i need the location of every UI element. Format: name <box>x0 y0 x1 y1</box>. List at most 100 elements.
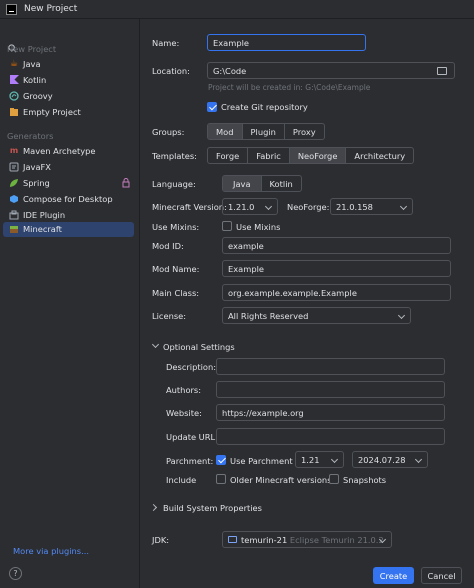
folder-icon[interactable] <box>437 67 447 75</box>
name-label: Name: <box>152 38 180 48</box>
use-mixins-checkbox[interactable] <box>222 221 232 231</box>
sidebar-item-javafx[interactable]: JavaFX <box>3 160 134 175</box>
chevron-down-icon <box>397 311 406 320</box>
groups-label: Groups: <box>152 127 185 137</box>
authors-label: Authors: <box>166 385 202 395</box>
parchment-label: Parchment: <box>166 456 214 466</box>
help-icon[interactable]: ? <box>9 567 22 580</box>
name-field[interactable]: Example <box>207 34 366 51</box>
template-forge[interactable]: Forge <box>208 148 249 163</box>
location-label: Location: <box>152 66 190 76</box>
minecraft-version-value: 1.21.0 <box>228 202 255 212</box>
location-field[interactable]: G:\Code <box>207 62 455 79</box>
jdk-value: temurin-21 Eclipse Temurin 21.0.2 <box>241 535 384 545</box>
title-bar: New Project <box>0 0 474 19</box>
compose-icon <box>9 194 19 204</box>
website-label: Website: <box>166 408 202 418</box>
template-fabric[interactable]: Fabric <box>248 148 290 163</box>
jdk-name: temurin-21 <box>241 535 288 545</box>
parchment-date-value: 2024.07.28 <box>358 455 406 465</box>
sidebar-item-compose-for-desktop[interactable]: Compose for Desktop <box>3 192 134 207</box>
sidebar-item-label: Minecraft <box>23 224 62 234</box>
main-class-field[interactable]: org.example.example.Example <box>222 284 451 301</box>
location-hint: Project will be created in: G:\Code\Exam… <box>208 83 371 92</box>
sidebar-item-ide-plugin[interactable]: IDE Plugin <box>3 208 134 223</box>
authors-field[interactable] <box>216 381 445 398</box>
use-mixins-check-label: Use Mixins <box>236 222 281 232</box>
use-mixins-label: Use Mixins: <box>152 222 200 232</box>
group-proxy[interactable]: Proxy <box>285 124 324 139</box>
minecraft-version-label: Minecraft Version: <box>152 202 227 212</box>
snapshots-checkbox[interactable] <box>329 474 339 484</box>
update-url-field[interactable] <box>216 428 445 445</box>
name-value: Example <box>213 38 249 48</box>
neoforge-version-value: 21.0.158 <box>336 202 373 212</box>
jdk-detail: Eclipse Temurin 21.0.2 <box>289 535 384 545</box>
mod-name-value: Example <box>228 264 264 274</box>
mod-id-label: Mod ID: <box>152 241 184 251</box>
description-label: Description: <box>166 362 217 372</box>
sidebar-item-kotlin[interactable]: Kotlin <box>3 73 134 88</box>
description-field[interactable] <box>216 358 445 375</box>
website-field[interactable]: https://example.org <box>216 404 445 421</box>
chevron-down-icon <box>399 202 408 211</box>
template-architectury[interactable]: Architectury <box>346 148 413 163</box>
sidebar-item-maven-archetype[interactable]: m Maven Archetype <box>3 144 134 159</box>
license-dropdown[interactable]: All Rights Reserved <box>222 307 411 324</box>
create-button[interactable]: Create <box>373 567 414 584</box>
sidebar-item-empty-project[interactable]: Empty Project <box>3 105 134 120</box>
chevron-down-icon <box>414 455 423 464</box>
language-label: Language: <box>152 179 196 189</box>
empty-project-icon <box>9 107 19 117</box>
language-java[interactable]: Java <box>223 176 262 191</box>
group-plugin[interactable]: Plugin <box>243 124 285 139</box>
parchment-version-dropdown[interactable]: 1.21 <box>295 451 344 468</box>
sidebar-item-java[interactable]: ☕ Java <box>3 57 134 72</box>
use-parchment-checkbox[interactable] <box>216 455 226 465</box>
sidebar-item-spring[interactable]: Spring <box>3 176 134 191</box>
sidebar-item-label: Kotlin <box>23 75 47 85</box>
minecraft-icon <box>9 224 19 234</box>
use-parchment-label: Use Parchment <box>230 456 293 466</box>
sidebar-item-minecraft[interactable]: Minecraft <box>3 222 134 237</box>
sidebar-item-label: Maven Archetype <box>23 146 96 156</box>
website-value: https://example.org <box>222 408 304 418</box>
app-icon <box>6 4 17 15</box>
chevron-down-icon[interactable] <box>151 340 160 349</box>
minecraft-version-dropdown[interactable]: 1.21.0 <box>222 198 278 215</box>
groups-segmented: Mod Plugin Proxy <box>207 123 325 140</box>
maven-icon: m <box>9 146 19 155</box>
neoforge-version-dropdown[interactable]: 21.0.158 <box>330 198 413 215</box>
optional-settings-heading[interactable]: Optional Settings <box>163 342 235 352</box>
jdk-dropdown[interactable]: temurin-21 Eclipse Temurin 21.0.2 <box>222 531 392 548</box>
template-neoforge[interactable]: NeoForge <box>289 148 347 163</box>
main-class-label: Main Class: <box>152 288 200 298</box>
sidebar-item-label: Groovy <box>23 91 53 101</box>
group-mod[interactable]: Mod <box>208 124 243 139</box>
generators-heading: Generators <box>7 131 54 141</box>
neoforge-label: NeoForge: <box>287 202 330 212</box>
sidebar: New Project ☕ Java Kotlin Groovy Empty P… <box>0 19 140 588</box>
jdk-folder-icon <box>228 536 237 543</box>
mod-id-field[interactable]: example <box>222 237 451 254</box>
sidebar-item-label: Compose for Desktop <box>23 194 113 204</box>
parchment-date-dropdown[interactable]: 2024.07.28 <box>352 451 428 468</box>
java-icon: ☕ <box>9 59 19 69</box>
older-versions-checkbox[interactable] <box>216 474 226 484</box>
git-checkbox[interactable] <box>207 102 217 112</box>
language-segmented: Java Kotlin <box>222 175 302 192</box>
location-value: G:\Code <box>213 66 247 76</box>
spring-icon <box>9 178 19 188</box>
groovy-icon <box>9 91 19 101</box>
parchment-version-value: 1.21 <box>301 455 320 465</box>
chevron-right-icon[interactable] <box>149 503 158 512</box>
more-via-plugins-link[interactable]: More via plugins... <box>13 546 89 556</box>
sidebar-item-groovy[interactable]: Groovy <box>3 89 134 104</box>
cancel-button[interactable]: Cancel <box>421 567 462 584</box>
older-versions-label: Older Minecraft versions <box>230 475 332 485</box>
language-kotlin[interactable]: Kotlin <box>262 176 301 191</box>
build-system-heading[interactable]: Build System Properties <box>163 503 262 513</box>
sidebar-item-label: Java <box>23 59 41 69</box>
mod-name-field[interactable]: Example <box>222 260 451 277</box>
javafx-icon <box>9 162 19 172</box>
